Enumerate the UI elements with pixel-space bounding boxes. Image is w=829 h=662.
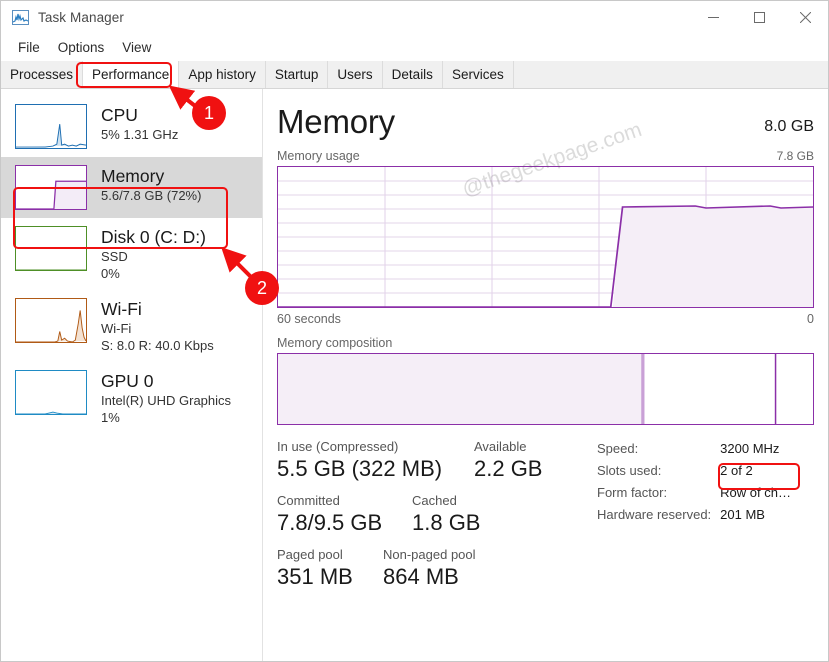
sidebar-item-label: GPU 0 <box>101 371 154 391</box>
memory-header: Memory 8.0 GB <box>277 103 814 141</box>
memory-composition-bar <box>277 353 814 425</box>
sidebar-item-cpu[interactable]: CPU 5% 1.31 GHz <box>1 96 262 157</box>
minimize-button[interactable] <box>690 1 736 34</box>
sidebar-text-memory: Memory 5.6/7.8 GB (72%) <box>101 165 201 204</box>
sidebar-text-gpu: GPU 0 Intel(R) UHD Graphics 1% <box>101 370 231 426</box>
spec-label-column: Speed: Slots used: Form factor: Hardware… <box>597 438 711 600</box>
page-title: Memory <box>277 103 395 140</box>
stat-label: Paged pool <box>277 547 343 562</box>
spec-value-form-factor: Row of ch… <box>720 485 791 500</box>
spec-value-slots: 2 of 2 <box>720 463 753 478</box>
task-manager-icon <box>12 10 29 25</box>
spec-label-slots: Slots used: <box>597 463 662 478</box>
stat-available: Available 2.2 GB <box>474 438 542 483</box>
cpu-thumbnail-graph <box>15 104 87 149</box>
stat-row-pools: Paged pool 351 MB Non-paged pool 864 MB <box>277 546 597 591</box>
tab-startup[interactable]: Startup <box>265 61 329 88</box>
tab-users[interactable]: Users <box>328 61 383 88</box>
stat-value: 7.8/9.5 GB <box>277 510 383 535</box>
sidebar-item-sub1: Wi-Fi <box>101 321 132 336</box>
resource-sidebar: CPU 5% 1.31 GHz Memory 5.6/7.8 GB (72%) <box>1 89 263 661</box>
memory-usage-graph <box>277 166 814 308</box>
sidebar-item-wifi[interactable]: Wi-Fi Wi-Fi S: 8.0 R: 40.0 Kbps <box>1 290 262 362</box>
content-area: CPU 5% 1.31 GHz Memory 5.6/7.8 GB (72%) <box>1 89 828 661</box>
sidebar-item-label: Disk 0 (C: D:) <box>101 227 206 247</box>
sidebar-text-wifi: Wi-Fi Wi-Fi S: 8.0 R: 40.0 Kbps <box>101 298 214 354</box>
gpu-thumbnail-graph <box>15 370 87 415</box>
sidebar-item-label: Wi-Fi <box>101 299 142 319</box>
menu-item-options[interactable]: Options <box>49 37 114 58</box>
memory-composition-label: Memory composition <box>277 336 393 350</box>
memory-stats-left: In use (Compressed) 5.5 GB (322 MB) Avai… <box>277 438 597 600</box>
stat-nonpaged-pool: Non-paged pool 864 MB <box>383 546 476 591</box>
sidebar-item-sub2: S: 8.0 R: 40.0 Kbps <box>101 338 214 353</box>
disk-thumbnail-graph <box>15 226 87 271</box>
spec-label-hardware-reserved: Hardware reserved: <box>597 507 712 522</box>
window-title: Task Manager <box>38 10 124 25</box>
wifi-thumbnail-graph <box>15 298 87 343</box>
close-button[interactable] <box>782 1 828 34</box>
tab-app-history[interactable]: App history <box>179 61 266 88</box>
stat-in-use: In use (Compressed) 5.5 GB (322 MB) <box>277 438 474 483</box>
stat-row-inuse: In use (Compressed) 5.5 GB (322 MB) Avai… <box>277 438 597 483</box>
tab-performance[interactable]: Performance <box>83 61 180 88</box>
menu-item-view[interactable]: View <box>113 37 160 58</box>
sidebar-item-sub1: 5% 1.31 GHz <box>101 127 179 142</box>
tab-details[interactable]: Details <box>382 61 443 88</box>
spec-label-speed: Speed: <box>597 441 639 456</box>
memory-total: 8.0 GB <box>764 118 814 135</box>
stat-label: Non-paged pool <box>383 547 476 562</box>
stat-value: 864 MB <box>383 564 459 589</box>
sidebar-item-label: Memory <box>101 166 165 186</box>
memory-usage-max: 7.8 GB <box>776 149 814 163</box>
sidebar-item-sub1: Intel(R) UHD Graphics <box>101 393 232 408</box>
stat-paged-pool: Paged pool 351 MB <box>277 546 383 591</box>
menu-bar: File Options View <box>1 34 828 61</box>
usage-graph-labels: Memory usage 7.8 GB <box>277 149 814 163</box>
memory-stats: In use (Compressed) 5.5 GB (322 MB) Avai… <box>277 438 814 600</box>
title-bar: Task Manager <box>1 1 828 34</box>
sidebar-item-gpu[interactable]: GPU 0 Intel(R) UHD Graphics 1% <box>1 362 262 434</box>
axis-label-right: 0 <box>807 312 814 326</box>
window-controls <box>690 1 828 34</box>
sidebar-item-disk[interactable]: Disk 0 (C: D:) SSD 0% <box>1 218 262 290</box>
memory-specs: Speed: Slots used: Form factor: Hardware… <box>597 438 814 600</box>
stat-label: Cached <box>412 493 457 508</box>
stat-committed: Committed 7.8/9.5 GB <box>277 492 412 537</box>
stat-row-committed: Committed 7.8/9.5 GB Cached 1.8 GB <box>277 492 597 537</box>
tab-processes[interactable]: Processes <box>1 61 84 88</box>
memory-thumbnail-graph <box>15 165 87 210</box>
stat-cached: Cached 1.8 GB <box>412 492 480 537</box>
sidebar-item-sub2: 1% <box>101 410 120 425</box>
sidebar-item-sub1: 5.6/7.8 GB (72%) <box>101 188 202 203</box>
stat-label: In use (Compressed) <box>277 439 399 454</box>
stat-value: 351 MB <box>277 564 353 589</box>
sidebar-item-memory[interactable]: Memory 5.6/7.8 GB (72%) <box>1 157 262 218</box>
spec-value-column: 3200 MHz 2 of 2 Row of ch… 201 MB <box>720 438 791 600</box>
axis-label-left: 60 seconds <box>277 312 341 326</box>
task-manager-window: Task Manager File Options View Processes… <box>0 0 829 662</box>
memory-usage-label: Memory usage <box>277 149 360 163</box>
maximize-button[interactable] <box>736 1 782 34</box>
memory-detail-panel: Memory 8.0 GB Memory usage 7.8 GB 60 sec… <box>263 89 828 661</box>
sidebar-text-disk: Disk 0 (C: D:) SSD 0% <box>101 226 206 282</box>
spec-value-hardware-reserved: 201 MB <box>720 507 765 522</box>
stat-label: Committed <box>277 493 340 508</box>
stat-value: 5.5 GB (322 MB) <box>277 456 443 481</box>
menu-item-file[interactable]: File <box>9 37 49 58</box>
sidebar-item-label: CPU <box>101 105 138 125</box>
sidebar-item-sub2: 0% <box>101 266 120 281</box>
tab-strip: Processes Performance App history Startu… <box>1 61 828 89</box>
stat-label: Available <box>474 439 527 454</box>
stat-value: 2.2 GB <box>474 456 543 481</box>
tab-services[interactable]: Services <box>442 61 514 88</box>
usage-graph-axis: 60 seconds 0 <box>277 312 814 326</box>
sidebar-item-sub1: SSD <box>101 249 128 264</box>
sidebar-text-cpu: CPU 5% 1.31 GHz <box>101 104 178 143</box>
spec-label-form-factor: Form factor: <box>597 485 668 500</box>
spec-value-speed: 3200 MHz <box>720 441 780 456</box>
stat-value: 1.8 GB <box>412 510 481 535</box>
